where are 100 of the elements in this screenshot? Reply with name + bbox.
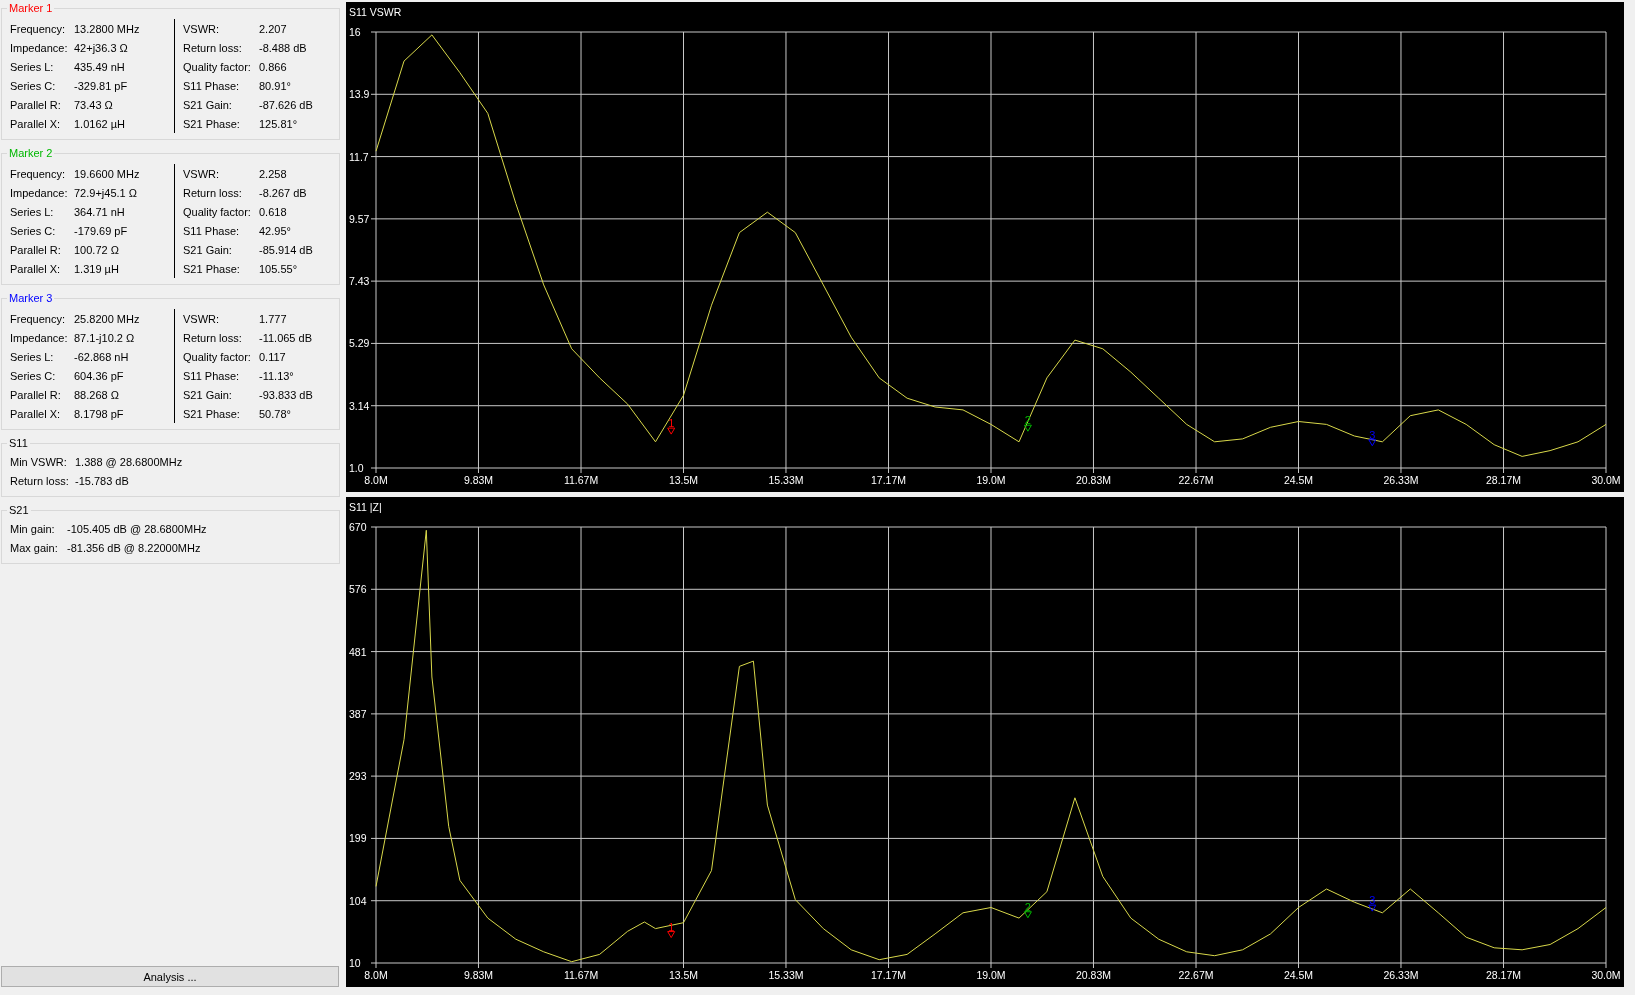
field-value: 73.43 Ω: [74, 98, 113, 111]
x-tick-label: 20.83M: [1075, 969, 1111, 981]
field-label: S21 Gain:: [183, 243, 233, 256]
chart-title: S11 VSWR: [349, 6, 402, 18]
x-tick-label: 13.5M: [668, 969, 699, 981]
field-label: Series C:: [10, 369, 57, 382]
annotation: 2: [1024, 900, 1031, 913]
field-label: Frequency:: [10, 167, 67, 180]
field-value: 435.49 nH: [74, 60, 125, 73]
field-value: -85.914 dB: [259, 243, 313, 256]
field-label: Parallel X:: [10, 407, 62, 420]
field-value: -93.833 dB: [259, 388, 313, 401]
y-tick-label: 104: [349, 894, 367, 907]
x-tick-label: 17.17M: [871, 474, 907, 486]
field-value: 8.1798 pF: [74, 407, 124, 420]
field-value: 1.319 µH: [74, 262, 119, 275]
field-label: Quality factor:: [183, 60, 252, 73]
field-label: Return loss:: [183, 41, 243, 54]
field-value: 125.81°: [259, 117, 298, 130]
y-tick-label: 3.14: [349, 399, 370, 412]
field-value: -8.267 dB: [259, 186, 307, 199]
field-label: VSWR:: [183, 22, 221, 35]
field-value: -179.69 pF: [74, 224, 128, 237]
annotation: 1: [668, 417, 675, 430]
x-tick-label: 13.5M: [668, 474, 699, 486]
field-value: 105.55°: [259, 262, 298, 275]
y-tick-label: 1.0: [349, 462, 364, 474]
y-tick-label: 670: [349, 521, 367, 533]
y-tick-label: 199: [349, 832, 367, 845]
field-value: -8.488 dB: [259, 41, 307, 54]
y-tick-label: 10: [349, 957, 361, 969]
field-label: Series C:: [10, 224, 57, 237]
field-label: Parallel R:: [10, 388, 62, 401]
x-tick-label: 15.33M: [768, 474, 804, 486]
analysis-button[interactable]: Analysis ...: [1, 966, 339, 987]
annotation: 1: [668, 920, 675, 933]
field-value: 2.258: [259, 167, 287, 180]
field-label: S11 Phase:: [183, 79, 241, 92]
x-tick-label: 30.0M: [1591, 474, 1621, 486]
x-tick-label: 26.33M: [1383, 969, 1419, 981]
x-tick-label: 17.17M: [871, 969, 907, 981]
group-title: Marker 1: [8, 2, 54, 14]
field-label: S21 Gain:: [183, 388, 233, 401]
field-value: 19.6600 MHz: [74, 167, 140, 180]
field-value: 88.268 Ω: [74, 388, 119, 401]
y-tick-label: 16: [349, 26, 361, 38]
field-value: 100.72 Ω: [74, 243, 119, 256]
field-label: Impedance:: [10, 41, 69, 54]
field-label: Frequency:: [10, 22, 67, 35]
field-label: VSWR:: [183, 312, 221, 325]
field-value: -81.356 dB @ 8.22000MHz: [67, 541, 201, 554]
field-label: Min gain:: [10, 522, 56, 535]
field-value: 364.71 nH: [74, 205, 125, 218]
annotation: 3: [1369, 428, 1376, 441]
field-label: S21 Phase:: [183, 262, 241, 275]
field-value: 87.1-j10.2 Ω: [74, 331, 135, 344]
field-label: Series L:: [10, 60, 55, 73]
field-value: 0.117: [259, 350, 286, 363]
field-label: S21 Phase:: [183, 407, 241, 420]
y-tick-label: 481: [349, 645, 367, 658]
field-label: Series C:: [10, 79, 57, 92]
field-value: -11.065 dB: [259, 331, 312, 344]
annotation: 3: [1369, 894, 1376, 907]
field-label: Parallel R:: [10, 243, 62, 256]
group-title: S21: [8, 504, 30, 516]
x-tick-label: 24.5M: [1283, 474, 1314, 486]
x-tick-label: 26.33M: [1383, 474, 1419, 486]
field-value: 1.777: [259, 312, 287, 325]
field-value: 1.0162 µH: [74, 117, 125, 130]
field-value: 50.78°: [259, 407, 291, 420]
field-label: S11 Phase:: [183, 369, 241, 382]
chart-title: S11 |Z|: [349, 501, 382, 513]
x-tick-label: 22.67M: [1178, 474, 1214, 486]
x-tick-label: 11.67M: [563, 969, 599, 981]
x-tick-label: 8.0M: [364, 969, 388, 981]
field-value: 0.866: [259, 60, 287, 73]
field-label: Max gain:: [10, 541, 59, 554]
field-value: -87.626 dB: [259, 98, 313, 111]
field-value: -15.783 dB: [75, 474, 129, 487]
x-tick-label: 15.33M: [768, 969, 804, 981]
field-label: VSWR:: [183, 167, 221, 180]
field-value: -11.13°: [259, 369, 294, 382]
y-tick-label: 5.29: [349, 337, 370, 350]
field-value: -62.868 nH: [74, 350, 129, 363]
field-value: 42+j36.3 Ω: [74, 41, 128, 54]
x-tick-label: 19.0M: [976, 474, 1006, 486]
y-tick-label: 387: [349, 707, 367, 720]
field-label: Parallel X:: [10, 117, 62, 130]
y-tick-label: 11.7: [349, 150, 369, 163]
group-title: S11: [8, 437, 29, 449]
y-tick-label: 9.57: [349, 212, 370, 225]
x-tick-label: 8.0M: [364, 474, 388, 486]
marker-pointer: 2: [1023, 900, 1032, 919]
field-label: Impedance:: [10, 331, 69, 344]
field-label: Series L:: [10, 205, 55, 218]
y-tick-label: 13.9: [349, 88, 370, 101]
x-tick-label: 11.67M: [563, 474, 599, 486]
field-value: 72.9+j45.1 Ω: [74, 186, 137, 199]
x-tick-label: 19.0M: [976, 969, 1006, 981]
x-tick-label: 20.83M: [1075, 474, 1111, 486]
